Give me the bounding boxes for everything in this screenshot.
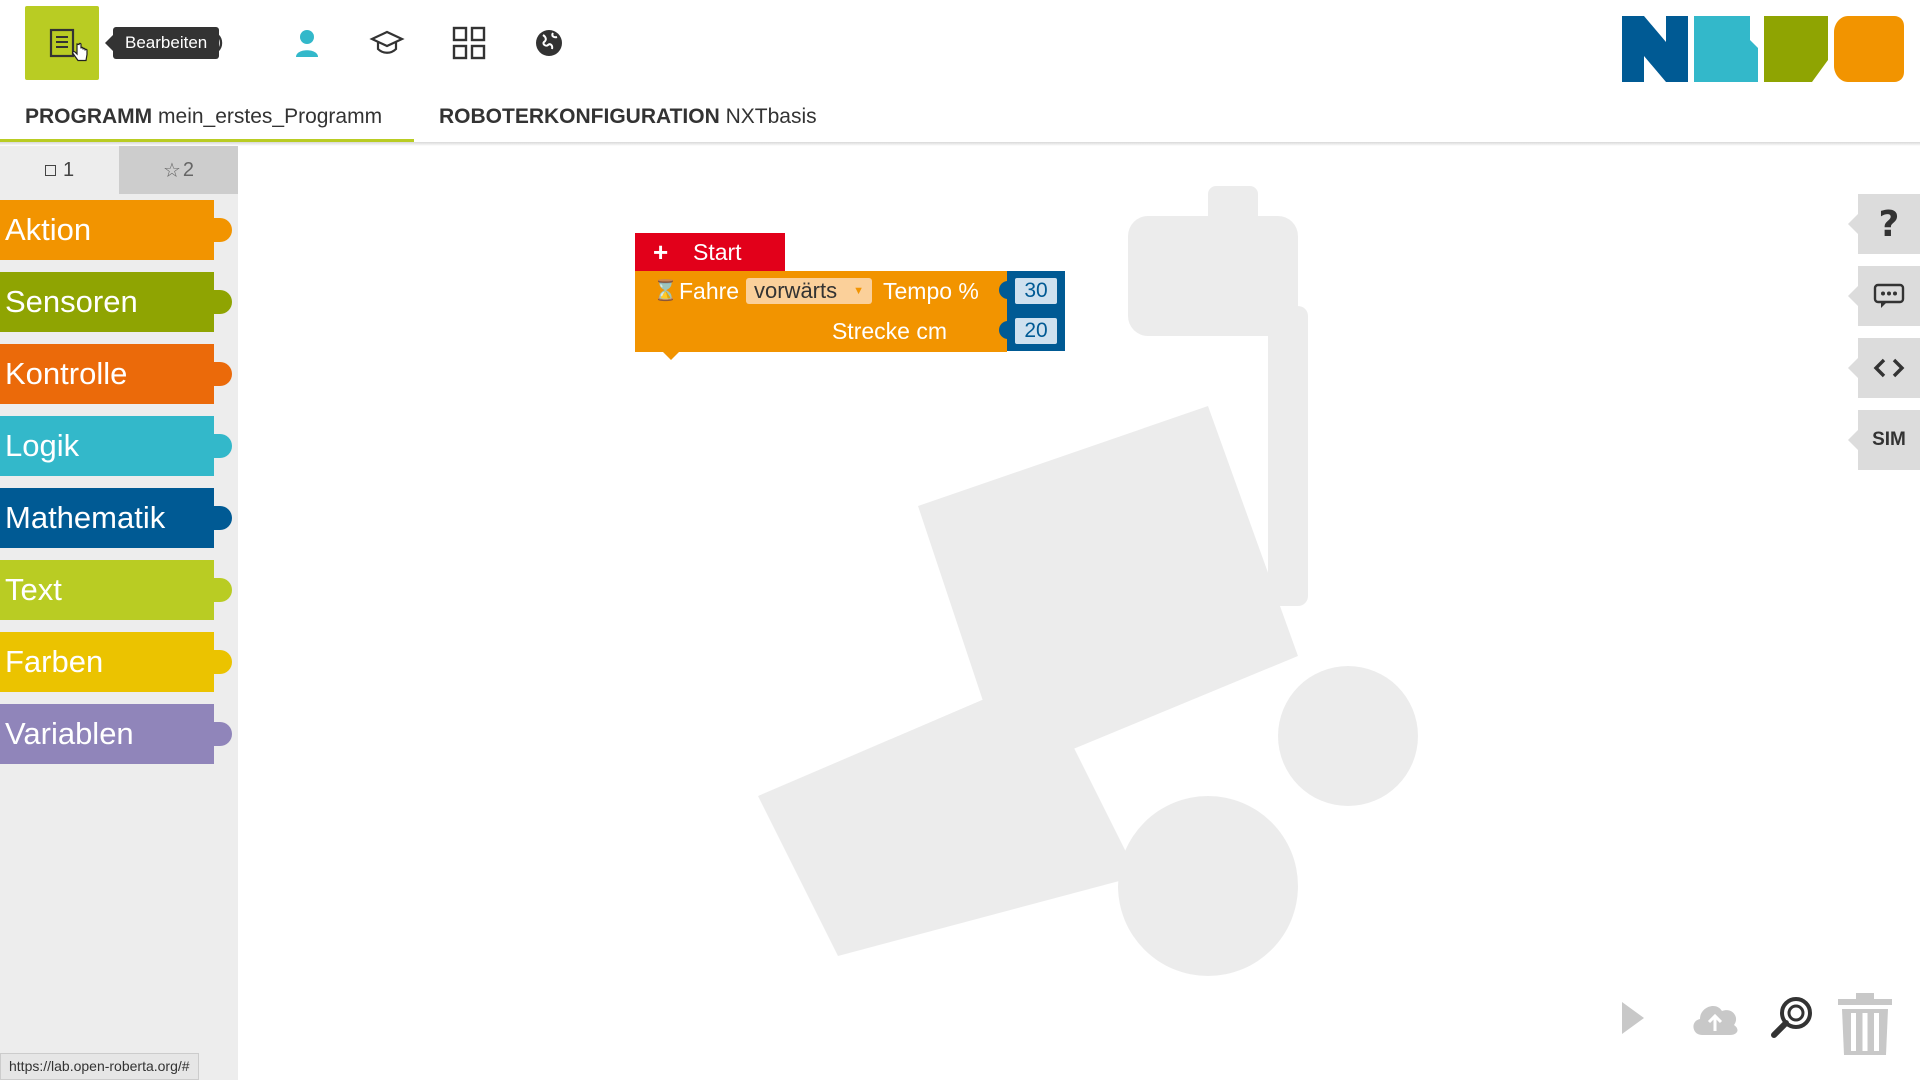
distance-number-block[interactable]: 20 xyxy=(999,311,1065,351)
category-sensoren[interactable]: Sensoren xyxy=(0,272,232,332)
square-icon xyxy=(44,164,56,176)
drive-block-row: ⌛ Fahre vorwärts ▼ Tempo % xyxy=(635,271,1007,311)
play-icon xyxy=(1622,1002,1644,1034)
apps-grid-icon xyxy=(452,26,486,60)
category-variablen[interactable]: Variablen xyxy=(0,704,232,764)
code-side-button[interactable] xyxy=(1848,338,1920,398)
toolbox-level-2-label: 2 xyxy=(182,158,195,181)
direction-dropdown[interactable]: vorwärts ▼ xyxy=(746,278,872,304)
cursor-hand-icon xyxy=(72,42,88,62)
zoom-reset-button[interactable] xyxy=(1757,990,1827,1046)
tooltip: Bearbeiten xyxy=(104,27,220,59)
tab-program-key: PROGRAMM xyxy=(25,105,153,128)
status-bar-url: https://lab.open-roberta.org/# xyxy=(0,1053,199,1080)
comment-icon xyxy=(1873,283,1905,308)
trash-button[interactable] xyxy=(1832,990,1898,1058)
toolbox-level-1[interactable]: 1 xyxy=(0,146,119,194)
edit-button[interactable] xyxy=(25,6,99,80)
run-button[interactable] xyxy=(1605,990,1661,1046)
drive-label: Fahre xyxy=(679,278,740,304)
apps-button[interactable] xyxy=(432,6,506,80)
category-kontrolle[interactable]: Kontrolle xyxy=(0,344,232,404)
user-button[interactable] xyxy=(270,6,344,80)
category-aktion[interactable]: Aktion xyxy=(0,200,232,260)
start-block[interactable]: + Start xyxy=(635,233,785,271)
speed-value[interactable]: 30 xyxy=(1015,278,1057,304)
top-toolbar: Bearbeiten xyxy=(0,0,1920,100)
distance-label: Strecke cm xyxy=(831,318,947,344)
speed-label: Tempo % xyxy=(883,278,979,304)
tab-config-key: ROBOTERKONFIGURATION xyxy=(439,105,720,128)
globe-icon xyxy=(536,30,562,56)
direction-value: vorwärts xyxy=(754,278,838,303)
graduation-cap-icon xyxy=(369,30,405,54)
speed-number-block[interactable]: 30 xyxy=(999,271,1065,311)
category-logik[interactable]: Logik xyxy=(0,416,232,476)
editor-tabs: PROGRAMM mein_erstes_Programm ROBOTERKON… xyxy=(0,100,1920,144)
toolbox-level-2[interactable]: ☆ 2 xyxy=(119,146,238,194)
toolbox-categories: Aktion Sensoren Kontrolle Logik Mathemat… xyxy=(0,194,238,764)
sim-side-button[interactable]: SIM xyxy=(1848,410,1920,470)
blockly-workspace[interactable]: + Start ⌛ Fahre vorwärts ▼ Tempo % Strec… xyxy=(238,146,1920,1080)
start-block-label: Start xyxy=(693,239,742,265)
hourglass-icon: ⌛ xyxy=(653,280,678,302)
comment-side-button[interactable] xyxy=(1848,266,1920,326)
openroberta-logo xyxy=(1622,16,1904,82)
category-mathematik[interactable]: Mathematik xyxy=(0,488,232,548)
language-button[interactable] xyxy=(512,6,586,80)
question-icon: ? xyxy=(1878,203,1900,245)
drive-block[interactable]: ⌛ Fahre vorwärts ▼ Tempo % Strecke cm 30… xyxy=(635,271,1065,360)
tab-program[interactable]: PROGRAMM mein_erstes_Programm xyxy=(0,100,414,144)
trash-icon xyxy=(1838,993,1892,1055)
star-icon: ☆ xyxy=(162,159,181,182)
user-icon xyxy=(296,30,318,57)
plus-icon[interactable]: + xyxy=(653,233,668,271)
category-text[interactable]: Text xyxy=(0,560,232,620)
category-farben[interactable]: Farben xyxy=(0,632,232,692)
upload-button[interactable] xyxy=(1680,990,1750,1046)
tab-robot-configuration[interactable]: ROBOTERKONFIGURATION NXTbasis xyxy=(414,100,854,144)
search-icon xyxy=(1771,997,1812,1038)
block-connector xyxy=(663,352,679,360)
tab-program-name: mein_erstes_Programm xyxy=(158,105,383,128)
code-icon xyxy=(1873,358,1905,378)
distance-value[interactable]: 20 xyxy=(1015,318,1057,344)
blockly-toolbox: 1 ☆ 2 Aktion Sensoren Kontrolle Logik Ma… xyxy=(0,146,238,1080)
cloud-upload-icon xyxy=(1693,1005,1738,1035)
help-side-button[interactable]: ? xyxy=(1848,194,1920,254)
toolbox-level-tabs: 1 ☆ 2 xyxy=(0,146,238,194)
gallery-button[interactable] xyxy=(350,6,424,80)
dropdown-arrow-icon: ▼ xyxy=(853,285,864,297)
toolbox-level-1-label: 1 xyxy=(62,158,75,181)
tab-config-name: NXTbasis xyxy=(725,105,817,128)
